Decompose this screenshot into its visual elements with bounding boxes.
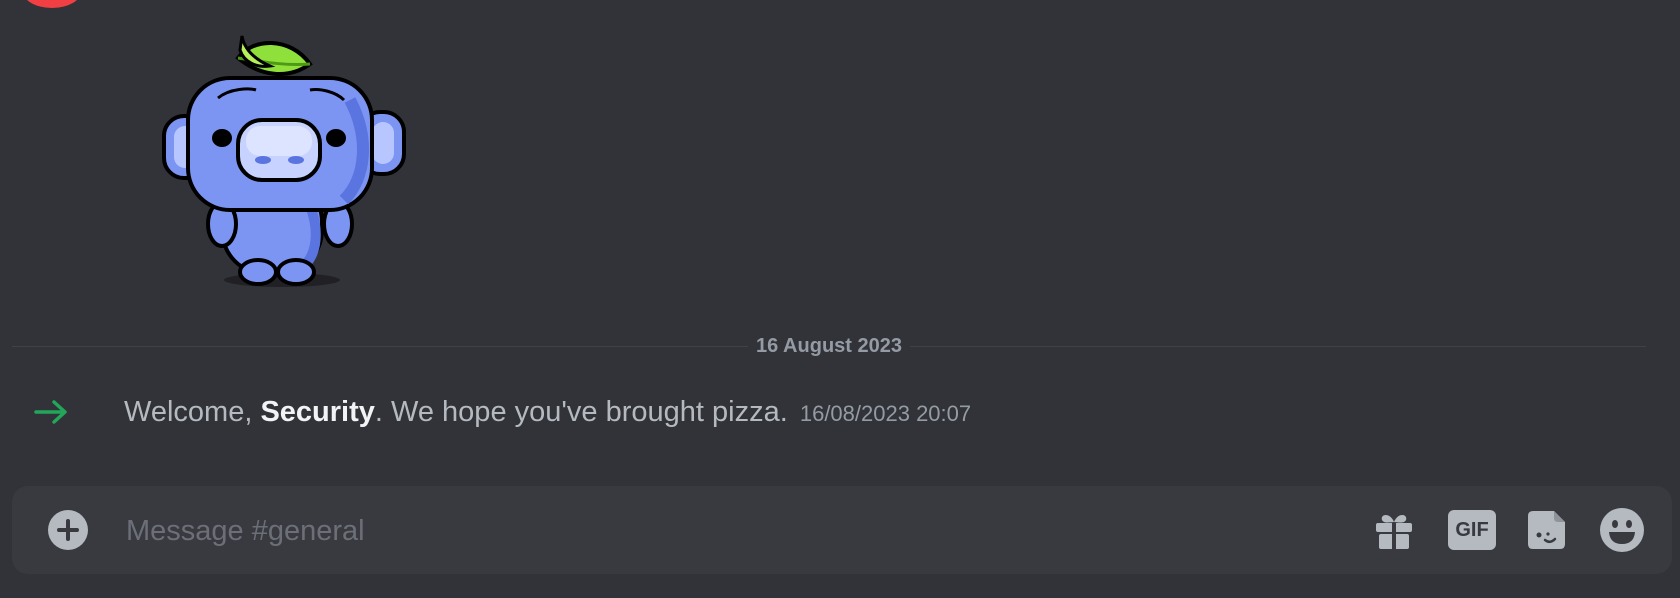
system-join-message[interactable]: Welcome, Security. We hope you've brough… xyxy=(0,390,1680,434)
message-timestamp[interactable]: 16/08/2023 20:07 xyxy=(800,401,971,426)
plus-circle-icon xyxy=(57,519,79,541)
message-content: Welcome, Security. We hope you've brough… xyxy=(124,394,971,432)
avatar[interactable] xyxy=(22,0,82,8)
emoji-button[interactable] xyxy=(1598,506,1646,554)
message-prefix: Welcome, xyxy=(124,396,261,428)
message-suffix: . We hope you've brought pizza. xyxy=(374,396,788,428)
gift-icon xyxy=(1376,515,1412,549)
wumpus-sticker[interactable] xyxy=(160,28,408,288)
username-link[interactable]: Security xyxy=(260,396,374,428)
date-divider-line xyxy=(12,346,1646,347)
emoji-icon xyxy=(1600,508,1644,552)
sticker-button[interactable] xyxy=(1524,508,1568,552)
chat-area: 16 August 2023 Welcome, Security. We hop… xyxy=(0,0,1680,598)
message-input[interactable] xyxy=(124,500,1328,562)
sticker-icon xyxy=(1528,511,1565,549)
gif-label: GIF xyxy=(1448,510,1496,550)
attach-button[interactable] xyxy=(48,510,88,550)
join-arrow-icon xyxy=(34,400,67,424)
message-composer: GIF xyxy=(12,486,1672,574)
gif-button[interactable]: GIF xyxy=(1448,508,1496,552)
gift-button[interactable] xyxy=(1372,508,1416,552)
